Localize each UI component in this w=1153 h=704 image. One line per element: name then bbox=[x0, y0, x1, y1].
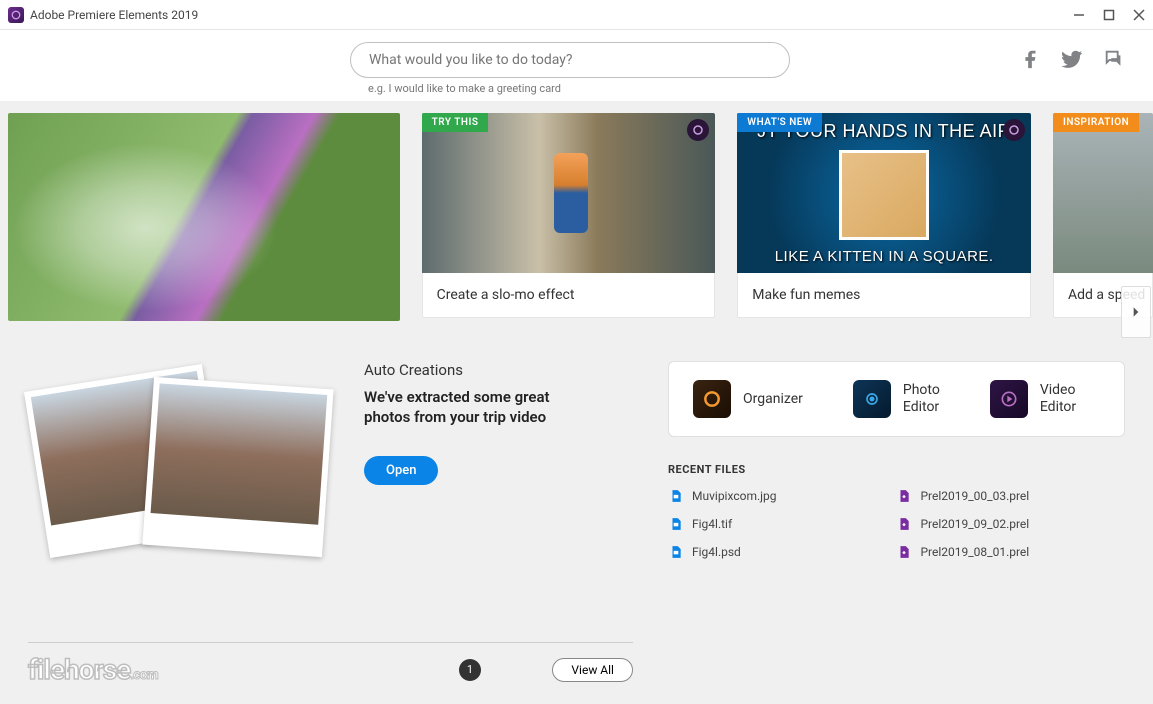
badge-whats-new: WHAT'S NEW bbox=[737, 113, 822, 132]
recent-file-name: Muvipixcom.jpg bbox=[692, 489, 776, 503]
hero-card[interactable] bbox=[8, 113, 400, 321]
prel-file-icon bbox=[896, 544, 912, 560]
recent-file-item[interactable]: Prel2019_09_02.prel bbox=[896, 516, 1029, 532]
auto-creations-thumbnails bbox=[28, 361, 338, 571]
video-editor-icon bbox=[990, 380, 1028, 418]
premiere-mark-icon bbox=[687, 119, 709, 141]
card-caption: Make fun memes bbox=[737, 273, 1031, 318]
recent-file-name: Prel2019_00_03.prel bbox=[920, 489, 1029, 503]
app-title: Adobe Premiere Elements 2019 bbox=[30, 8, 198, 22]
card-caption: Create a slo-mo effect bbox=[422, 273, 716, 318]
recent-files-heading: RECENT FILES bbox=[668, 463, 1125, 476]
organizer-icon bbox=[693, 380, 731, 418]
video-editor-label: Video Editor bbox=[1040, 382, 1076, 416]
view-all-button[interactable]: View All bbox=[552, 658, 633, 682]
auto-creations-heading: Auto Creations bbox=[364, 361, 628, 379]
photo-editor-launcher[interactable]: Photo Editor bbox=[853, 380, 940, 418]
card-slomo[interactable]: TRY THIS Create a slo-mo effect bbox=[422, 113, 716, 321]
image-file-icon bbox=[668, 516, 684, 532]
twitter-icon[interactable] bbox=[1061, 48, 1083, 74]
recent-file-name: Prel2019_08_01.prel bbox=[920, 545, 1029, 559]
recent-file-item[interactable]: Prel2019_00_03.prel bbox=[896, 488, 1029, 504]
maximize-button[interactable] bbox=[1103, 9, 1115, 21]
auto-creations-subtext: We've extracted some great photos from y… bbox=[364, 387, 554, 428]
open-button[interactable]: Open bbox=[364, 456, 438, 485]
meme-image bbox=[839, 150, 929, 240]
photo-editor-icon bbox=[853, 380, 891, 418]
editors-box: Organizer Photo Editor Video Editor bbox=[668, 361, 1125, 437]
filehorse-logo: filehorse.com bbox=[28, 653, 158, 686]
chat-icon[interactable] bbox=[1103, 48, 1125, 74]
image-file-icon bbox=[668, 488, 684, 504]
prel-file-icon bbox=[896, 516, 912, 532]
recent-file-item[interactable]: Fig4l.psd bbox=[668, 544, 776, 560]
image-file-icon bbox=[668, 544, 684, 560]
recent-file-item[interactable]: Muvipixcom.jpg bbox=[668, 488, 776, 504]
organizer-label: Organizer bbox=[743, 391, 803, 408]
auto-creations-panel: Auto Creations We've extracted some grea… bbox=[28, 361, 628, 571]
polaroid-thumb bbox=[142, 377, 333, 557]
facebook-icon[interactable] bbox=[1019, 48, 1041, 74]
recent-files: RECENT FILES Muvipixcom.jpg Fig4l.tif Fig4… bbox=[668, 463, 1125, 560]
premiere-mark-icon bbox=[1003, 119, 1025, 141]
search-input[interactable] bbox=[350, 42, 790, 78]
lower-section: Auto Creations We've extracted some grea… bbox=[0, 321, 1153, 571]
topbar: e.g. I would like to make a greeting car… bbox=[0, 30, 1153, 101]
titlebar: Adobe Premiere Elements 2019 bbox=[0, 0, 1153, 30]
app-icon bbox=[8, 7, 24, 23]
prel-file-icon bbox=[896, 488, 912, 504]
close-button[interactable] bbox=[1133, 9, 1145, 21]
pager-badge[interactable]: 1 bbox=[459, 659, 481, 681]
carousel: TRY THIS Create a slo-mo effect WHAT'S N… bbox=[0, 101, 1153, 321]
recent-file-name: Fig4l.tif bbox=[692, 517, 732, 531]
minimize-button[interactable] bbox=[1073, 9, 1085, 21]
badge-try-this: TRY THIS bbox=[422, 113, 489, 132]
recent-file-name: Fig4l.psd bbox=[692, 545, 741, 559]
photo-editor-label: Photo Editor bbox=[903, 382, 940, 416]
footer: filehorse.com 1 View All bbox=[28, 642, 633, 686]
badge-inspiration: INSPIRATION bbox=[1053, 113, 1139, 132]
recent-file-item[interactable]: Fig4l.tif bbox=[668, 516, 776, 532]
search-hint: e.g. I would like to make a greeting car… bbox=[368, 82, 561, 95]
video-editor-launcher[interactable]: Video Editor bbox=[990, 380, 1076, 418]
meme-bottom-text: LIKE A KITTEN IN A SQUARE. bbox=[775, 248, 994, 265]
recent-file-item[interactable]: Prel2019_08_01.prel bbox=[896, 544, 1029, 560]
organizer-launcher[interactable]: Organizer bbox=[693, 380, 803, 418]
card-memes[interactable]: WHAT'S NEW JT YOUR HANDS IN THE AIR LIKE… bbox=[737, 113, 1031, 321]
carousel-next-button[interactable] bbox=[1121, 286, 1151, 338]
recent-file-name: Prel2019_09_02.prel bbox=[920, 517, 1029, 531]
